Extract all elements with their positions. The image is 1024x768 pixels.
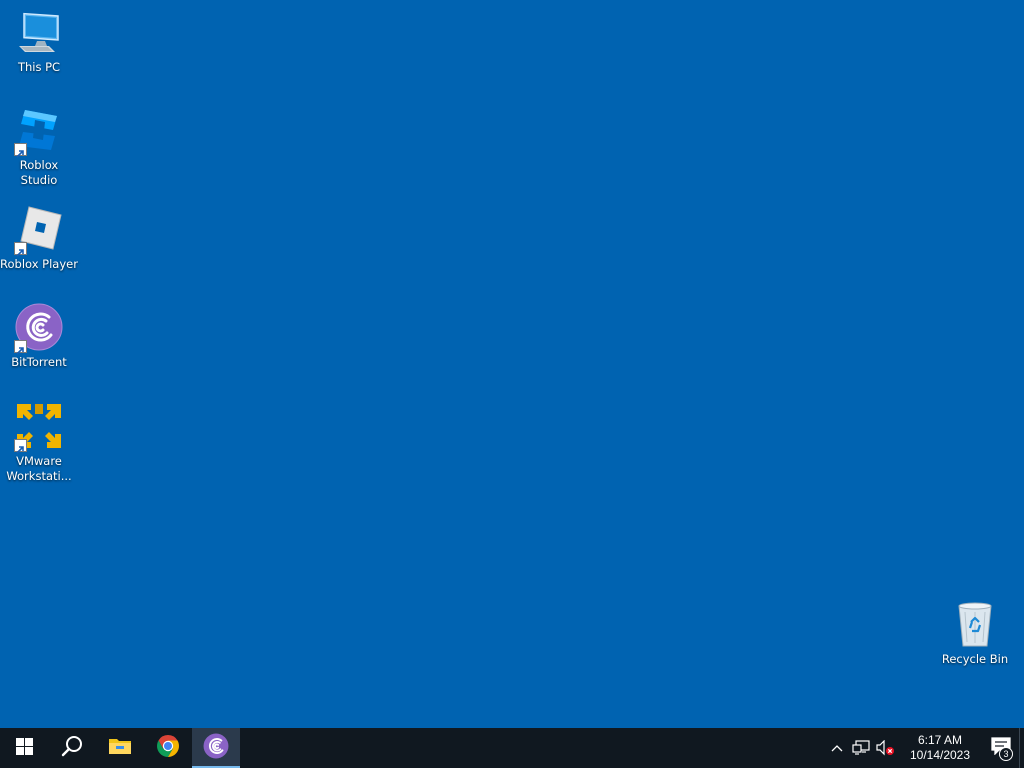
- monitor-icon: [15, 8, 63, 56]
- folder-icon: [108, 736, 132, 760]
- taskbar-bittorrent[interactable]: [192, 728, 240, 768]
- network-icon[interactable]: [849, 728, 873, 768]
- bittorrent-icon: [203, 733, 229, 763]
- start-button[interactable]: [0, 728, 48, 768]
- desktop-icon-vmware[interactable]: VMware Workstati...: [0, 402, 78, 484]
- shortcut-arrow-icon: [14, 143, 27, 158]
- taskbar-file-explorer[interactable]: [96, 728, 144, 768]
- recycle-bin-icon: [951, 600, 999, 648]
- show-desktop-button[interactable]: [1019, 728, 1024, 768]
- taskbar: 6:17 AM 10/14/2023 3: [0, 728, 1024, 768]
- desktop-icon-label: VMware Workstati...: [6, 454, 72, 483]
- clock-date: 10/14/2023: [909, 748, 971, 762]
- shortcut-arrow-icon: [14, 340, 27, 355]
- desktop-icon-recycle-bin[interactable]: Recycle Bin: [936, 600, 1014, 667]
- desktop-icon-bittorrent[interactable]: BitTorrent: [0, 303, 78, 370]
- notification-count-badge: 3: [999, 747, 1013, 761]
- desktop-icon-roblox-studio[interactable]: Roblox Studio: [0, 106, 78, 188]
- desktop-icon-label: BitTorrent: [11, 355, 67, 369]
- roblox-studio-icon: [14, 106, 63, 158]
- volume-muted-icon[interactable]: [873, 728, 897, 768]
- shortcut-arrow-icon: [14, 439, 27, 454]
- desktop[interactable]: This PC Roblox Studio Roblox Player BitT…: [0, 0, 1024, 728]
- search-button[interactable]: [48, 728, 96, 768]
- vmware-icon: [14, 402, 63, 454]
- action-center-button[interactable]: 3: [983, 728, 1019, 768]
- desktop-icon-label: This PC: [17, 60, 61, 74]
- roblox-player-icon: [14, 205, 63, 257]
- search-icon: [61, 735, 83, 761]
- clock[interactable]: 6:17 AM 10/14/2023: [903, 728, 977, 768]
- shortcut-arrow-icon: [14, 242, 27, 257]
- desktop-icon-label: Recycle Bin: [941, 652, 1009, 666]
- desktop-icon-label: Roblox Studio: [19, 158, 59, 187]
- desktop-icon-this-pc[interactable]: This PC: [0, 8, 78, 75]
- clock-time: 6:17 AM: [917, 733, 963, 747]
- system-tray: 6:17 AM 10/14/2023 3: [825, 728, 1024, 768]
- chrome-icon: [156, 734, 180, 762]
- windows-logo-icon: [15, 737, 33, 759]
- bittorrent-icon: [14, 303, 63, 355]
- desktop-icon-label: Roblox Player: [0, 257, 78, 271]
- chevron-up-icon[interactable]: [825, 728, 849, 768]
- taskbar-chrome[interactable]: [144, 728, 192, 768]
- desktop-icon-roblox-player[interactable]: Roblox Player: [0, 205, 78, 272]
